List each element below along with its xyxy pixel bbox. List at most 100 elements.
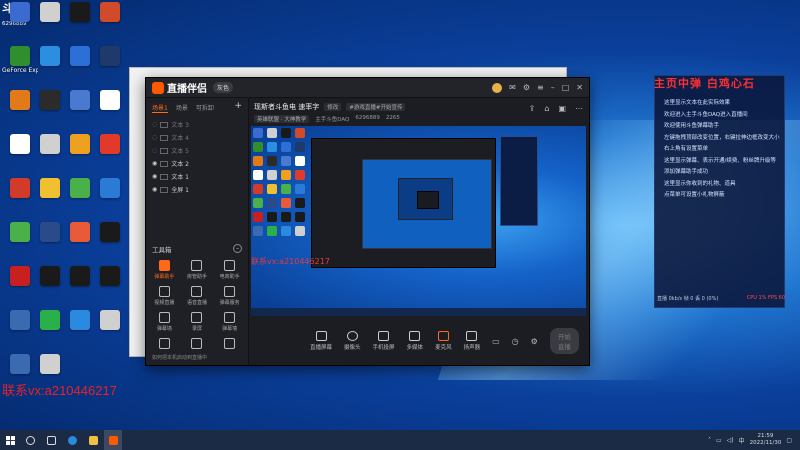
source-list: ◌ 文本 3 ◌ 文本 4 ◌ 文本 5 ◉ 文本 2 ◉ 文本 1 ◉ 全屏 1 (146, 118, 248, 196)
start-button[interactable] (0, 430, 20, 450)
menu-icon[interactable]: ≡ (537, 83, 544, 92)
help-link[interactable]: 如何把本机启动到直播中 (152, 354, 207, 361)
source-item[interactable]: ◌ 文本 3 (146, 118, 248, 131)
network-icon[interactable]: ▭ (716, 437, 722, 444)
preview-shortcut-icon (267, 142, 277, 152)
avatar[interactable] (492, 82, 503, 93)
media-button[interactable]: 多媒体 (407, 331, 423, 351)
notification-icon[interactable]: ▢ (786, 437, 792, 444)
tool-button[interactable]: 弹幕墙 (148, 312, 181, 332)
system-tray: ˄ ▭ ◁) 中 21:59 2022/11/30 ▢ (708, 433, 800, 447)
shortcut-label: GeForce Experience (2, 67, 38, 74)
history-icon[interactable]: ◷ (512, 337, 519, 346)
gift-icon[interactable]: ▣ (558, 104, 566, 113)
tab-scene[interactable]: 场景 (176, 103, 188, 113)
message-icon[interactable]: ✉ (509, 83, 516, 92)
tool-icon (158, 260, 170, 271)
eye-icon[interactable]: ◉ (152, 186, 157, 193)
more-icon[interactable]: ⋯ (575, 104, 583, 113)
edge-icon[interactable] (68, 435, 77, 445)
toolbox-grid: 弹幕助手 房管助手 电商助手视频直播 语音直播 弹幕服务弹幕墙 录屏 弹幕墙 (148, 260, 246, 351)
live-companion-taskbar-item[interactable] (104, 430, 122, 450)
desktop-shortcut[interactable] (92, 178, 128, 199)
record-icon[interactable]: ▭ (492, 337, 500, 346)
start-live-button[interactable]: 开始直播 (549, 328, 579, 354)
shortcut-icon (70, 310, 90, 330)
tool-label: 录屏 (191, 326, 202, 332)
edit-title-button[interactable]: 修改 (324, 103, 342, 111)
desktop-shortcut[interactable] (92, 46, 128, 67)
speaker-button[interactable]: 扬声器 (463, 331, 481, 351)
version-badge[interactable]: 灰色 (213, 82, 234, 93)
source-item[interactable]: ◉ 文本 2 (146, 157, 248, 170)
desktop-shortcut[interactable] (32, 354, 68, 375)
tool-button[interactable]: 房管助手 (181, 260, 214, 280)
tool-button[interactable]: 语音直播 (181, 286, 214, 306)
shortcut-icon (10, 178, 30, 198)
preview-shortcut-icon (295, 170, 305, 180)
cpu-fps-status: CPU 1% FPS 60 (746, 295, 785, 301)
source-item[interactable]: ◌ 文本 5 (146, 144, 248, 157)
preview-shortcut-icon (253, 128, 263, 138)
source-item[interactable]: ◉ 文本 1 (146, 170, 248, 183)
tab-scene-1[interactable]: 场景1 (152, 103, 168, 113)
speaker-icon (466, 331, 478, 341)
desktop-shortcut[interactable] (92, 222, 128, 243)
tool-button[interactable]: 弹幕墙 (213, 312, 246, 332)
tool-button[interactable] (148, 338, 181, 351)
search-icon[interactable] (26, 435, 35, 445)
close-icon[interactable]: ✕ (576, 83, 583, 92)
eye-icon[interactable]: ◉ (152, 173, 157, 180)
phone-cast-button[interactable]: 手机投屏 (373, 331, 395, 351)
microphone-button[interactable]: 麦克风 (435, 331, 452, 351)
desktop-shortcut[interactable] (92, 90, 128, 111)
screen-capture-button[interactable]: 直播屏幕 (310, 331, 332, 351)
stream-tag[interactable]: #游戏直播#开始宣传 (346, 103, 406, 111)
eye-icon[interactable]: ◌ (152, 121, 157, 128)
settings-icon[interactable]: ⚙ (523, 83, 530, 92)
tool-button[interactable]: 弹幕助手 (148, 260, 181, 280)
toolbox-toggle-icon[interactable]: – (233, 244, 242, 253)
bitrate-status: 直播 0kb/s 帧 0 丢 0 (0%) (657, 296, 719, 302)
preview-shortcut-icon (253, 198, 263, 208)
desktop-shortcut[interactable] (92, 310, 128, 331)
eye-icon[interactable]: ◌ (152, 147, 157, 154)
stream-preview[interactable]: 联系vx:a210446217 (251, 126, 586, 316)
desktop-shortcut[interactable] (92, 2, 128, 23)
volume-icon[interactable]: ◁) (727, 437, 734, 444)
eye-icon[interactable]: ◉ (152, 160, 157, 167)
desktop-shortcut[interactable] (92, 134, 128, 155)
tool-button[interactable]: 电商助手 (213, 260, 246, 280)
input-language[interactable]: 中 (739, 436, 745, 445)
eye-icon[interactable]: ◌ (152, 134, 157, 141)
add-scene-icon[interactable]: + (234, 102, 242, 113)
preview-shortcut-icon (253, 170, 263, 180)
tab-detachable[interactable]: 可拆卸 (196, 103, 214, 113)
tool-label: 房管助手 (186, 274, 207, 280)
tool-button[interactable] (213, 338, 246, 351)
source-item[interactable]: ◌ 文本 4 (146, 131, 248, 144)
camera-button[interactable]: 摄像头 (344, 331, 361, 351)
task-view-icon[interactable] (47, 435, 56, 445)
shortcut-icon (40, 266, 60, 286)
file-explorer-icon[interactable] (89, 435, 98, 445)
settings-icon[interactable]: ⚙ (531, 337, 538, 346)
speaker-label: 扬声器 (463, 345, 481, 351)
screen-capture-label: 直播屏幕 (310, 345, 333, 351)
tool-button[interactable]: 录屏 (181, 312, 214, 332)
source-item[interactable]: ◉ 全屏 1 (146, 183, 248, 196)
tool-button[interactable] (181, 338, 214, 351)
tool-button[interactable]: 视频直播 (148, 286, 181, 306)
minimize-icon[interactable]: – (551, 83, 555, 92)
tool-button[interactable]: 弹幕服务 (213, 286, 246, 306)
tray-chevron-icon[interactable]: ˄ (708, 437, 711, 444)
tool-label: 电商助手 (219, 274, 240, 280)
clock[interactable]: 21:59 2022/11/30 (750, 433, 782, 447)
category-tag[interactable]: 英雄联盟 · 大神教学 (254, 115, 310, 123)
share-icon[interactable]: ⇪ (529, 104, 536, 113)
preview-shortcut-icon (267, 198, 277, 208)
text-source-icon (160, 134, 169, 141)
maximize-icon[interactable]: □ (562, 83, 570, 92)
lock-icon[interactable]: ⌂ (544, 104, 549, 113)
desktop-shortcut[interactable] (92, 266, 128, 287)
